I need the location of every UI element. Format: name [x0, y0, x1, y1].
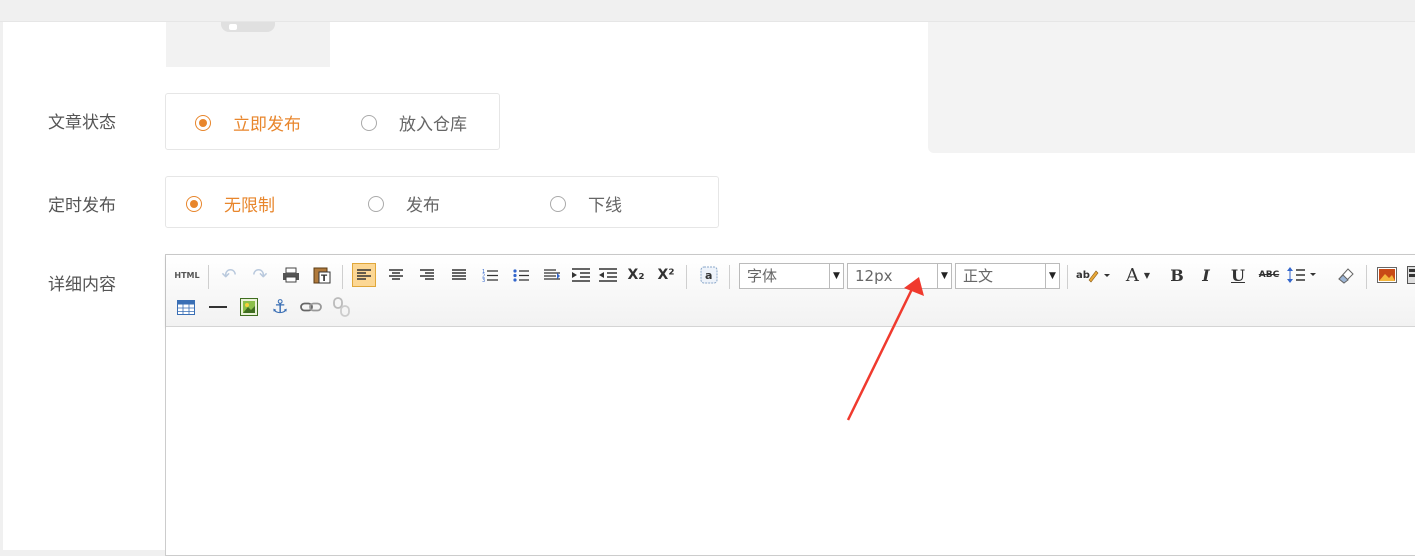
align-center-icon[interactable] — [384, 263, 408, 287]
radio-label: 发布 — [406, 191, 440, 216]
indent-icon[interactable] — [569, 263, 593, 287]
rich-text-editor[interactable]: HTML ↶ ↷ T 123 — [165, 254, 1415, 556]
content-label: 详细内容 — [48, 270, 116, 295]
image-icon[interactable] — [1375, 263, 1399, 287]
top-bar — [0, 0, 1415, 22]
font-color-label: A — [1126, 265, 1139, 286]
horizontal-rule-icon[interactable] — [206, 295, 230, 319]
subscript-button[interactable]: X₂ — [624, 263, 648, 287]
radio-unchecked-icon — [550, 196, 566, 212]
font-family-value: 字体 — [747, 267, 777, 285]
toolbar-separator — [1067, 265, 1068, 289]
highlight-color-icon[interactable]: ab — [1075, 263, 1111, 287]
cover-image-placeholder[interactable] — [166, 22, 330, 67]
anchor-icon[interactable]: ⚓ — [268, 295, 292, 319]
radio-publish-now[interactable]: 立即发布 — [195, 110, 301, 135]
radio-label: 放入仓库 — [399, 110, 467, 135]
insert-picture-icon[interactable] — [237, 295, 261, 319]
radio-label: 下线 — [588, 191, 622, 216]
redo-icon[interactable]: ↷ — [248, 263, 272, 287]
font-family-select[interactable]: 字体 ▼ — [739, 263, 844, 289]
radio-label: 立即发布 — [233, 110, 301, 135]
ordered-list-icon[interactable]: 123 — [478, 263, 502, 287]
svg-text:T: T — [321, 274, 328, 284]
svg-text:ab: ab — [1076, 270, 1090, 281]
chevron-down-icon: ▼ — [1144, 271, 1150, 280]
toolbar-separator — [686, 265, 687, 289]
table-icon[interactable] — [174, 295, 198, 319]
bold-button[interactable]: B — [1165, 263, 1189, 287]
radio-unchecked-icon — [368, 196, 384, 212]
paste-text-icon[interactable]: T — [310, 263, 334, 287]
radio-put-in-storage[interactable]: 放入仓库 — [361, 110, 467, 135]
special-char-icon[interactable]: a — [697, 263, 721, 287]
undo-icon[interactable]: ↶ — [217, 263, 241, 287]
toolbar-separator — [342, 265, 343, 289]
outdent-icon[interactable] — [596, 263, 620, 287]
link-icon[interactable] — [299, 295, 323, 319]
annotation-arrow-icon — [840, 275, 930, 425]
superscript-button[interactable]: X² — [654, 263, 678, 287]
strikethrough-button[interactable]: ABC — [1257, 263, 1281, 287]
print-icon[interactable] — [279, 263, 303, 287]
toolbar-separator — [1366, 265, 1367, 289]
radio-unlimited[interactable]: 无限制 — [186, 191, 275, 216]
chevron-down-icon: ▼ — [937, 264, 951, 288]
align-left-icon[interactable] — [352, 263, 376, 287]
radio-checked-icon — [195, 115, 211, 131]
editor-toolbar: HTML ↶ ↷ T 123 — [166, 255, 1415, 327]
paragraph-format-value: 正文 — [963, 267, 993, 285]
radio-schedule-publish[interactable]: 发布 — [368, 191, 440, 216]
radio-checked-icon — [186, 196, 202, 212]
radio-unchecked-icon — [361, 115, 377, 131]
preview-area — [928, 22, 1415, 153]
schedule-radio-group: 无限制 发布 下线 — [165, 176, 719, 228]
underline-button[interactable]: U — [1226, 263, 1250, 287]
line-spacing-icon[interactable] — [1286, 263, 1320, 287]
align-justify-icon[interactable] — [447, 263, 471, 287]
radio-schedule-offline[interactable]: 下线 — [550, 191, 622, 216]
status-radio-group: 立即发布 放入仓库 — [165, 93, 500, 150]
eraser-icon[interactable] — [1333, 263, 1357, 287]
toolbar-separator — [729, 265, 730, 289]
italic-button[interactable]: I — [1194, 263, 1218, 287]
align-right-icon[interactable] — [415, 263, 439, 287]
editor-content-area[interactable] — [166, 327, 1415, 555]
unordered-list-icon[interactable] — [509, 263, 533, 287]
chevron-down-icon: ▼ — [1045, 264, 1059, 288]
line-height-list-icon[interactable] — [540, 263, 564, 287]
toolbar-separator — [208, 265, 209, 289]
paragraph-format-select[interactable]: 正文 ▼ — [955, 263, 1060, 289]
font-color-button[interactable]: A ▼ — [1121, 263, 1155, 287]
schedule-label: 定时发布 — [48, 191, 116, 216]
svg-text:3: 3 — [482, 278, 485, 282]
media-icon[interactable] — [1406, 263, 1415, 287]
image-placeholder-icon — [221, 22, 275, 32]
unlink-icon[interactable] — [330, 295, 354, 319]
html-source-button[interactable]: HTML — [174, 263, 200, 287]
status-label: 文章状态 — [48, 108, 116, 133]
radio-label: 无限制 — [224, 191, 275, 216]
svg-text:a: a — [705, 269, 712, 282]
